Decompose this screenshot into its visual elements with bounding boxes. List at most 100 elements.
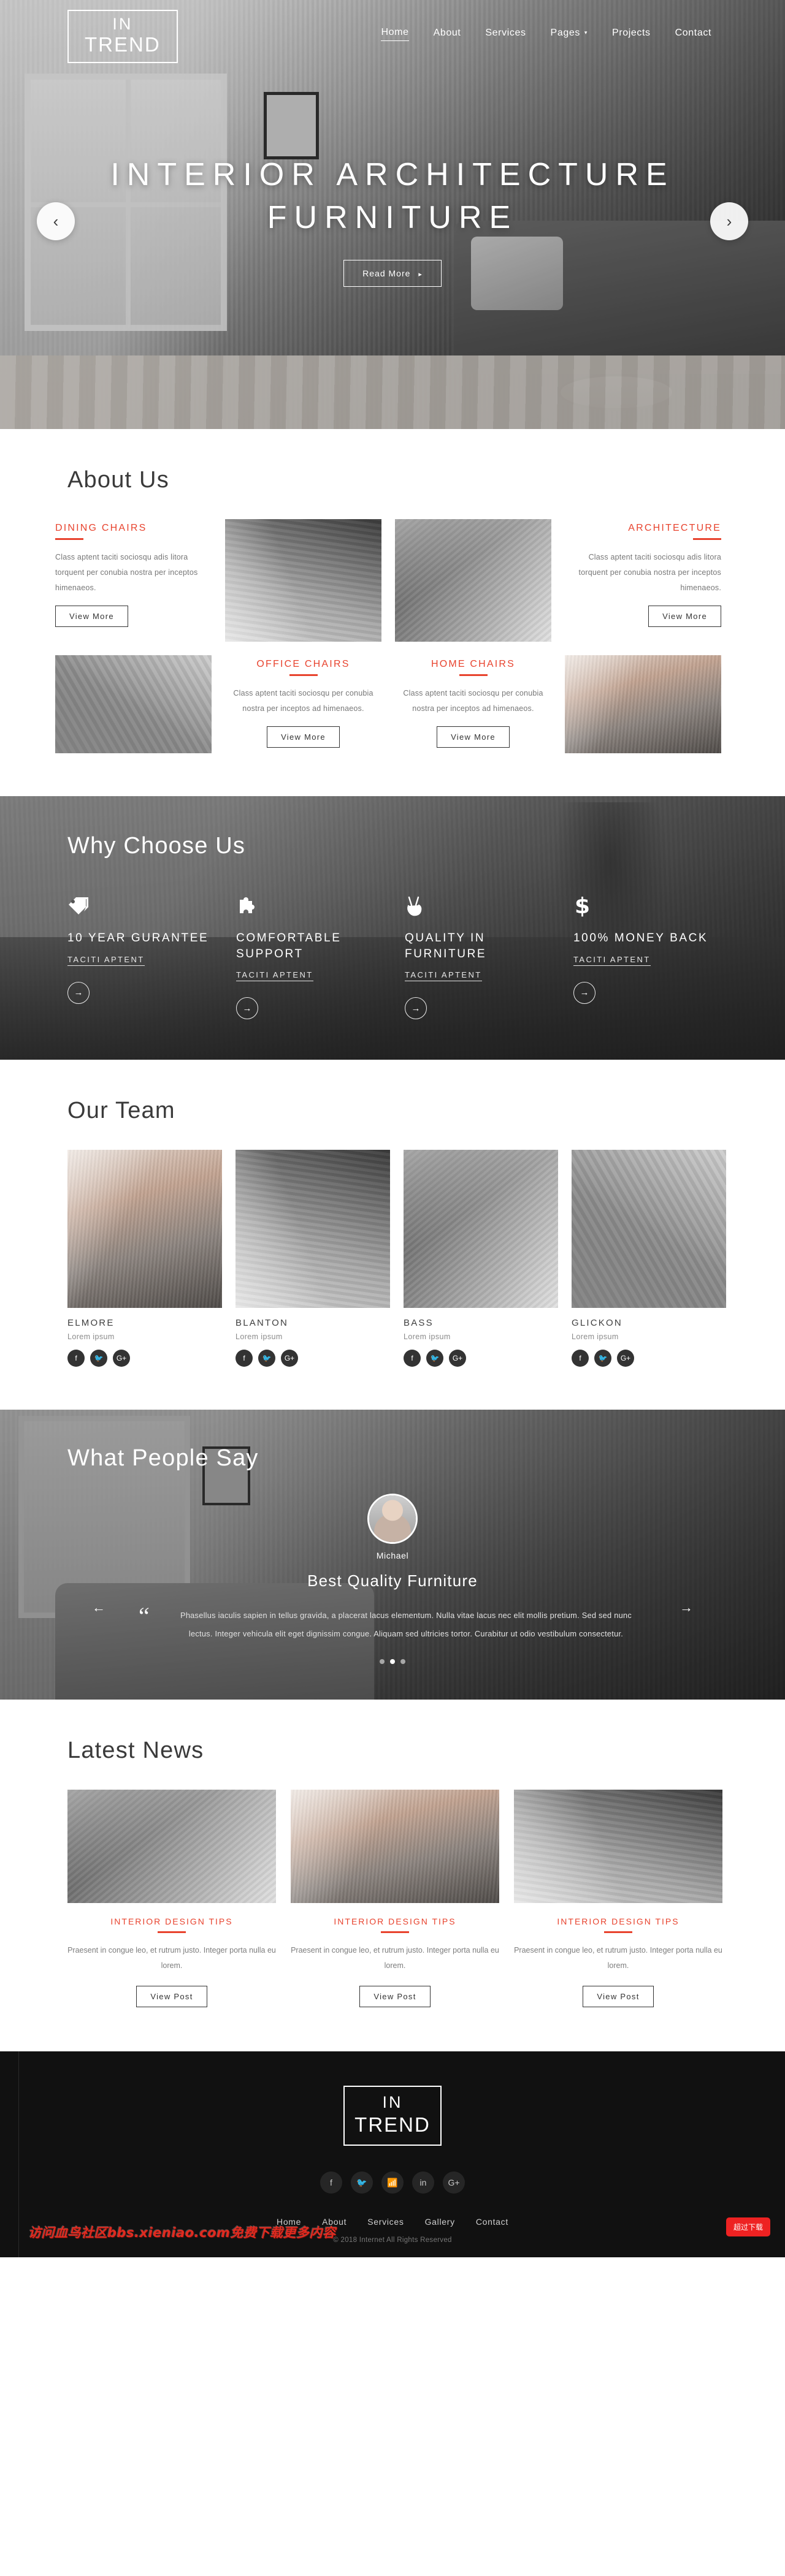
facebook-icon[interactable]: f	[236, 1350, 253, 1367]
nav-link-contact[interactable]: Contact	[675, 28, 711, 41]
why-feature-heading: 100% MONEY BACK	[573, 932, 708, 944]
twitter-icon[interactable]: 🐦	[594, 1350, 611, 1367]
logo-line-1: IN	[112, 15, 133, 33]
why-feature-link[interactable]: TACITI APTENT	[573, 955, 651, 966]
news-card-image	[291, 1790, 499, 1904]
linkedin-icon[interactable]: in	[412, 2171, 434, 2194]
testimonial-dot[interactable]	[400, 1659, 405, 1665]
why-feature-link[interactable]: TACITI APTENT	[236, 970, 313, 982]
testimonial-pagination[interactable]	[55, 1659, 730, 1665]
google-plus-icon[interactable]: G+	[617, 1350, 634, 1367]
about-card-body: Class aptent taciti sociosqu per conubia…	[233, 689, 373, 713]
twitter-icon[interactable]: 🐦	[258, 1350, 275, 1367]
nav-item-about[interactable]: About	[434, 28, 461, 41]
facebook-icon[interactable]: f	[404, 1350, 421, 1367]
google-plus-icon[interactable]: G+	[449, 1350, 466, 1367]
footer-logo-line-2: TREND	[354, 2113, 431, 2137]
news-title: Latest News	[67, 1738, 204, 1764]
why-feature-money-back: $ 100% MONEY BACK TACITI APTENT →	[561, 889, 730, 1019]
team-member-photo	[404, 1150, 558, 1309]
why-feature-arrow-button[interactable]: →	[405, 997, 427, 1020]
google-plus-icon[interactable]: G+	[113, 1350, 130, 1367]
twitter-icon[interactable]: 🐦	[351, 2171, 373, 2194]
nav-item-services[interactable]: Services	[485, 28, 526, 41]
about-view-more-button[interactable]: View More	[267, 726, 340, 748]
footer-nav-link-services[interactable]: Services	[367, 2217, 404, 2227]
watermark-text: 访问血鸟社区bbs.xieniao.com免费下载更多内容	[28, 2225, 336, 2241]
about-card-body: Class aptent taciti sociosqu adis litora…	[55, 553, 198, 592]
team-member-role: Lorem ipsum	[404, 1332, 451, 1342]
facebook-icon[interactable]: f	[572, 1350, 589, 1367]
facebook-icon[interactable]: f	[67, 1350, 85, 1367]
nav-link-services[interactable]: Services	[485, 28, 526, 41]
team-member-socials: f 🐦 G+	[67, 1350, 222, 1367]
twitter-icon[interactable]: 🐦	[90, 1350, 107, 1367]
download-badge-button[interactable]: 超过下载	[726, 2217, 770, 2237]
accent-rule	[289, 674, 318, 676]
about-card-dining-chairs: DINING CHAIRS Class aptent taciti socios…	[55, 519, 212, 627]
testimonial-dot[interactable]	[380, 1659, 385, 1665]
team-member-name: BASS	[404, 1318, 434, 1329]
nav-item-home[interactable]: Home	[381, 27, 409, 41]
hero-content: INTERIOR ARCHITECTURE FURNITURE Read Mor…	[0, 153, 785, 287]
testimonial-quote: Phasellus iaculis sapien in tellus gravi…	[180, 1611, 632, 1639]
logo-line-2: TREND	[85, 33, 161, 56]
dollar-icon: $	[573, 889, 730, 917]
arrow-right-icon: ▸	[418, 271, 423, 279]
testimonials-section: What People Say Michael Best Quality Fur…	[0, 1410, 785, 1700]
news-view-post-button[interactable]: View Post	[136, 1986, 207, 2008]
nav-item-projects[interactable]: Projects	[612, 28, 651, 41]
testimonial-author: Michael	[376, 1551, 409, 1561]
nav-link-home[interactable]: Home	[381, 27, 409, 41]
accent-rule	[158, 1931, 186, 1934]
hero-next-button[interactable]: ›	[710, 202, 748, 240]
nav-link-pages[interactable]: Pages ▾	[551, 28, 588, 41]
rss-icon[interactable]: 📶	[381, 2171, 404, 2194]
about-view-more-button[interactable]: View More	[648, 606, 721, 627]
testimonial-next-button[interactable]: →	[680, 1600, 693, 1616]
accent-rule	[381, 1931, 409, 1934]
testimonial-headline: Best Quality Furniture	[307, 1571, 478, 1590]
footer-nav-link-contact[interactable]: Contact	[476, 2217, 508, 2227]
nav-link-about[interactable]: About	[434, 28, 461, 41]
hero-read-more-button[interactable]: Read More ▸	[343, 260, 442, 287]
footer-nav-link-gallery[interactable]: Gallery	[425, 2217, 455, 2227]
why-feature-arrow-button[interactable]: →	[573, 981, 595, 1004]
about-card-heading: ARCHITECTURE	[628, 523, 721, 533]
primary-navigation[interactable]: Home About Services Pages ▾ Projects Cont…	[381, 27, 711, 41]
about-card-body: Class aptent taciti sociosqu per conubia…	[403, 689, 543, 713]
about-image-dark-interior	[55, 655, 212, 753]
site-logo[interactable]: IN TREND	[67, 10, 178, 63]
why-feature-link[interactable]: TACITI APTENT	[405, 970, 482, 982]
why-feature-arrow-button[interactable]: →	[236, 997, 258, 1020]
latest-news-section: Latest News INTERIOR DESIGN TIPS Praesen…	[0, 1700, 785, 2052]
nav-item-contact[interactable]: Contact	[675, 28, 711, 41]
testimonial-dot-active[interactable]	[390, 1659, 395, 1665]
svg-text:$: $	[575, 894, 589, 917]
footer-logo[interactable]: IN TREND	[343, 2086, 442, 2146]
hero-heading-line-1: INTERIOR ARCHITECTURE	[110, 157, 675, 192]
why-feature-guarantee: 10 YEAR GURANTEE TACITI APTENT →	[55, 889, 224, 1019]
team-member-photo	[67, 1150, 222, 1309]
about-row-top: DINING CHAIRS Class aptent taciti socios…	[55, 519, 730, 642]
team-member-socials: f 🐦 G+	[236, 1350, 390, 1367]
why-feature-arrow-button[interactable]: →	[67, 981, 90, 1004]
testimonial-prev-button[interactable]: ←	[92, 1600, 105, 1616]
hero-prev-button[interactable]: ‹	[37, 202, 75, 240]
google-plus-icon[interactable]: G+	[281, 1350, 298, 1367]
about-card-heading: DINING CHAIRS	[55, 523, 147, 533]
about-view-more-button[interactable]: View More	[55, 606, 128, 627]
facebook-icon[interactable]: f	[320, 2171, 342, 2194]
google-plus-icon[interactable]: G+	[443, 2171, 465, 2194]
twitter-icon[interactable]: 🐦	[426, 1350, 443, 1367]
why-feature-link[interactable]: TACITI APTENT	[67, 955, 145, 966]
news-card-excerpt: Praesent in congue leo, et rutrum justo.…	[291, 1946, 499, 1970]
nav-item-pages[interactable]: Pages ▾	[551, 28, 588, 41]
team-member-name: BLANTON	[236, 1318, 288, 1329]
tag-icon	[67, 889, 224, 917]
about-view-more-button[interactable]: View More	[437, 726, 510, 748]
nav-link-projects[interactable]: Projects	[612, 28, 651, 41]
news-view-post-button[interactable]: View Post	[359, 1986, 431, 2008]
news-view-post-button[interactable]: View Post	[583, 1986, 654, 2008]
about-image-living-room	[395, 519, 551, 642]
